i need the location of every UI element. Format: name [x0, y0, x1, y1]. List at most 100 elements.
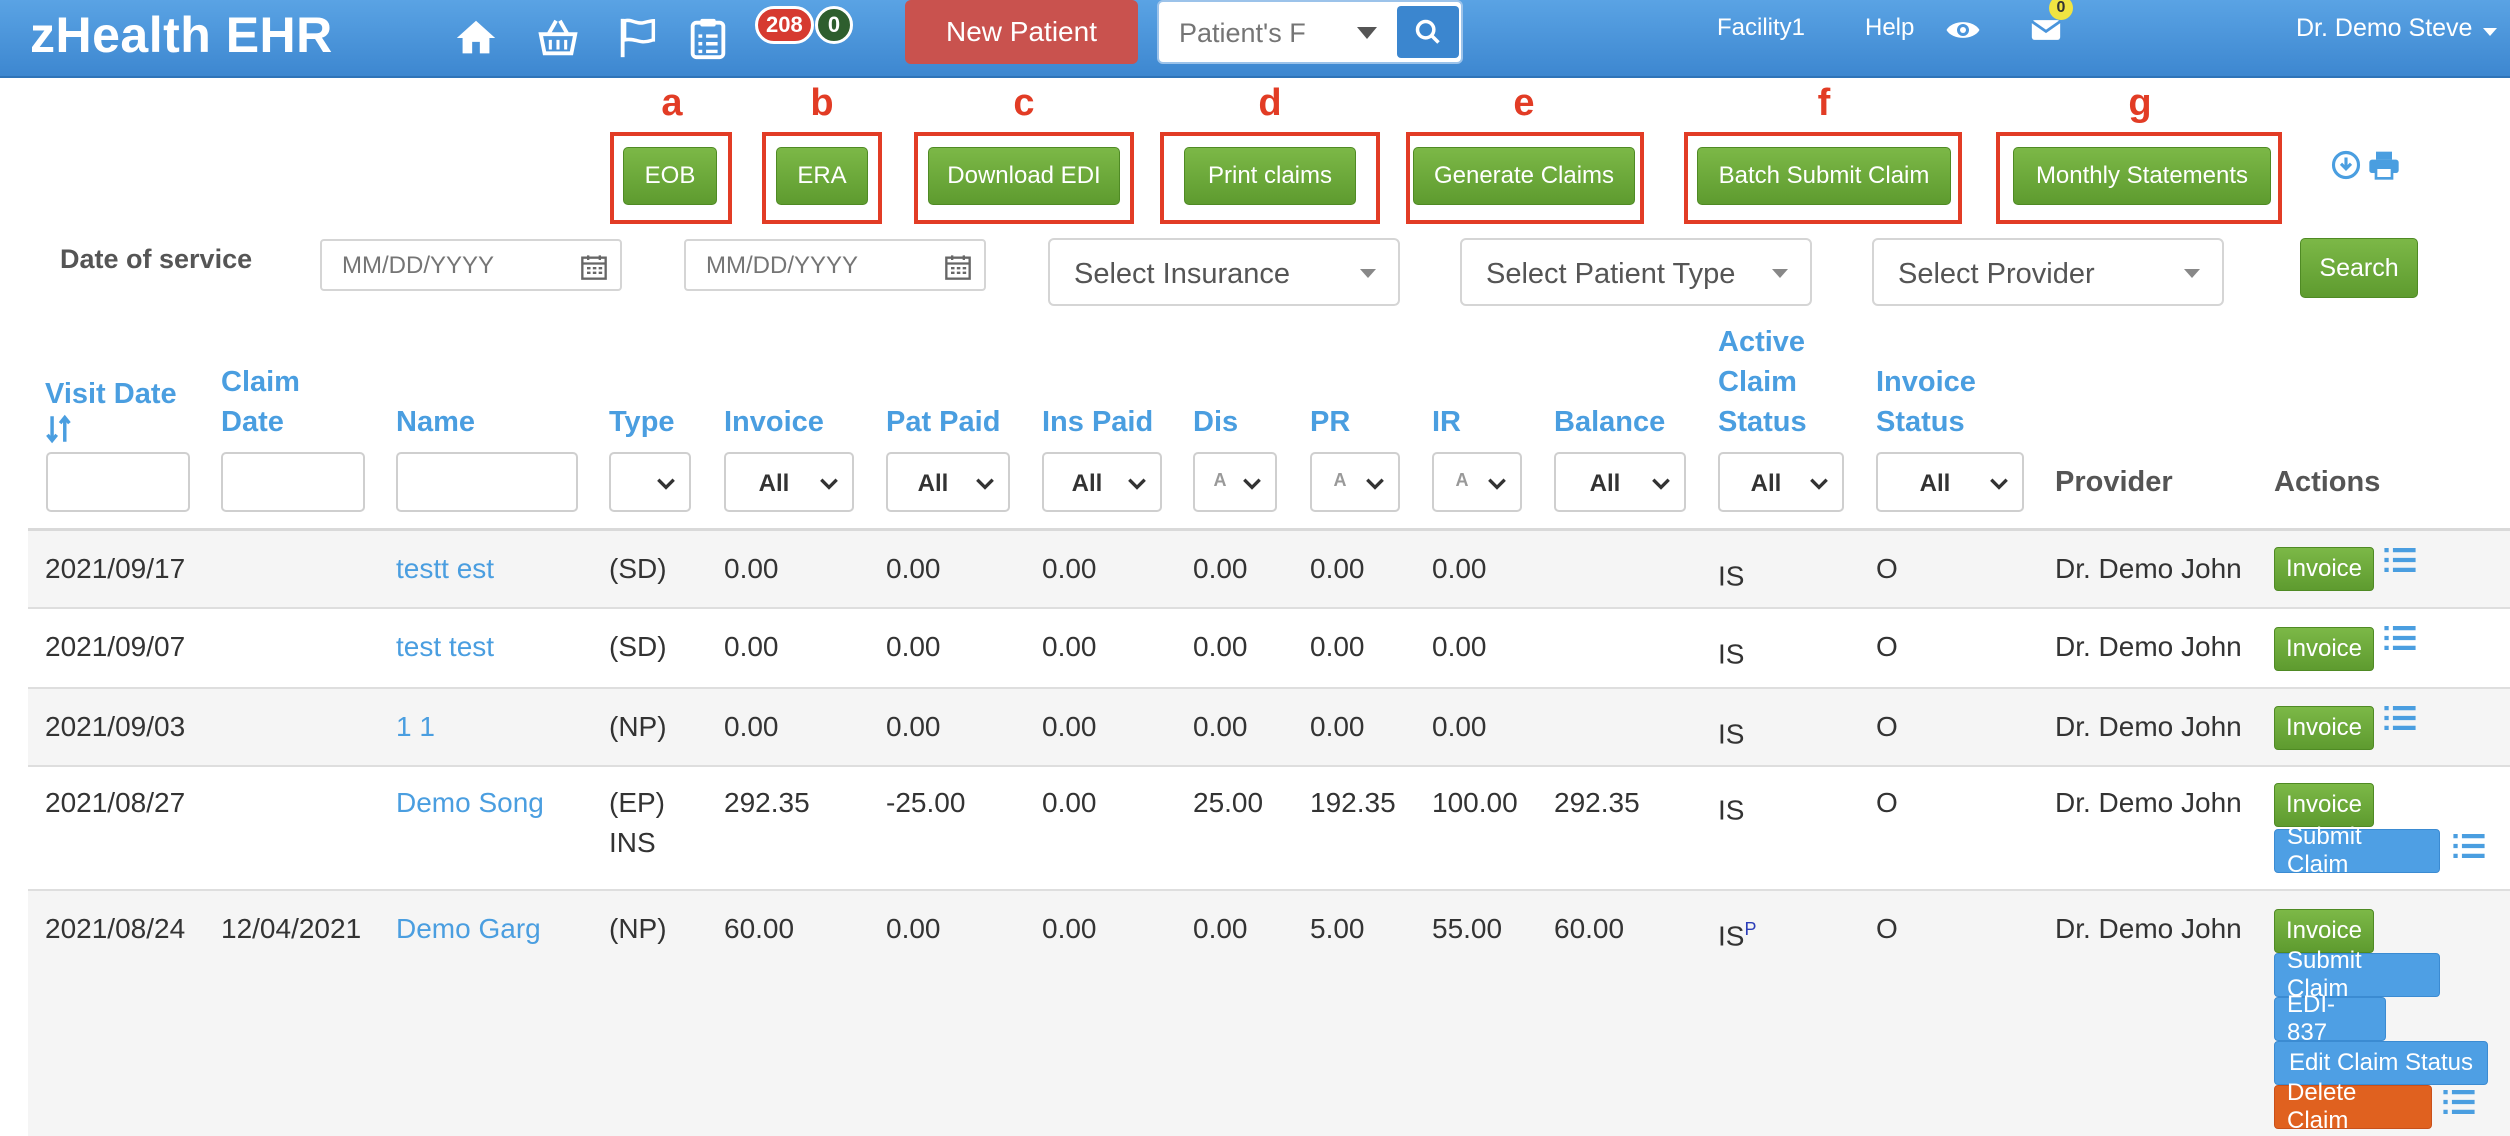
header-active-claim-status-line3[interactable]: Status — [1718, 402, 1807, 442]
invoice-status-filter-select[interactable]: All — [1876, 452, 2024, 512]
provider-select[interactable]: Select Provider — [1872, 238, 2224, 306]
cell-pr: 0.00 — [1310, 711, 1365, 742]
date-from-input[interactable] — [342, 251, 562, 281]
header-invoice-status-line1[interactable]: Invoice — [1876, 362, 1976, 402]
search-button[interactable] — [1397, 6, 1459, 58]
cell-patient-name-link[interactable]: Demo Garg — [396, 909, 541, 949]
monthly-statements-button[interactable]: Monthly Statements — [2013, 147, 2271, 205]
cell-patient-name-link[interactable]: 1 1 — [396, 707, 435, 747]
active-claim-status-filter-select[interactable]: All — [1718, 452, 1844, 512]
list-icon[interactable] — [2442, 1087, 2476, 1117]
claim-status-code: IS — [1718, 560, 1745, 592]
patient-search — [1157, 0, 1463, 64]
visit-date-filter-input[interactable] — [46, 452, 190, 512]
header-claim-date-line2[interactable]: Date — [221, 402, 284, 442]
cell-patient-name-link[interactable]: testt est — [396, 549, 494, 589]
insurance-select[interactable]: Select Insurance — [1048, 238, 1400, 306]
callout-letter-g: g — [2128, 82, 2152, 124]
patient-search-input[interactable] — [1179, 14, 1329, 52]
header-type[interactable]: Type — [609, 402, 675, 442]
sort-icon[interactable] — [45, 414, 73, 449]
list-icon[interactable] — [2383, 623, 2417, 653]
facility-link[interactable]: Facility1 — [1717, 14, 1805, 42]
ir-filter-select[interactable]: A — [1432, 452, 1522, 512]
notification-badge[interactable]: 208 — [755, 6, 814, 44]
cell-provider: Dr. Demo John — [2055, 553, 2242, 584]
patient-type-select[interactable]: Select Patient Type — [1460, 238, 1812, 306]
invoice-button[interactable]: Invoice — [2274, 547, 2374, 591]
submit-claim-button[interactable]: Submit Claim — [2274, 823, 2440, 878]
basket-icon[interactable] — [530, 10, 586, 66]
cell-patient-name-link[interactable]: test test — [396, 627, 494, 667]
calendar-icon[interactable] — [944, 253, 972, 281]
cell-invoice: 0.00 — [724, 553, 779, 584]
cell-pr: 0.00 — [1310, 631, 1365, 662]
cell-ir: 0.00 — [1432, 631, 1487, 662]
generate-claims-button[interactable]: Generate Claims — [1413, 147, 1635, 205]
new-patient-button[interactable]: New Patient — [905, 0, 1138, 64]
header-pr[interactable]: PR — [1310, 402, 1350, 442]
help-link[interactable]: Help — [1865, 14, 1914, 42]
print-icon[interactable] — [2368, 150, 2400, 185]
delete-claim-button[interactable]: Delete Claim — [2274, 1079, 2432, 1134]
balance-filter-select[interactable]: All — [1554, 452, 1686, 512]
cell-type: (EP) — [609, 787, 665, 818]
header-ins-paid[interactable]: Ins Paid — [1042, 402, 1153, 442]
invoice-button[interactable]: Invoice — [2274, 706, 2374, 750]
name-filter-input[interactable] — [396, 452, 578, 512]
pr-filter-select[interactable]: A — [1310, 452, 1400, 512]
batch-submit-claim-button[interactable]: Batch Submit Claim — [1697, 147, 1951, 205]
table-row: 2021/08/27 Demo Song (EP) INS 292.35 -25… — [28, 767, 2510, 891]
invoice-filter-select[interactable]: All — [724, 452, 854, 512]
chevron-down-icon — [1810, 478, 1828, 490]
ins-paid-filter-select[interactable]: All — [1042, 452, 1162, 512]
cell-ins-paid: 0.00 — [1042, 913, 1097, 944]
download-edi-button[interactable]: Download EDI — [928, 147, 1120, 205]
invoice-button[interactable]: Invoice — [2274, 627, 2374, 671]
era-button[interactable]: ERA — [776, 147, 868, 205]
header-active-claim-status-line2[interactable]: Claim — [1718, 362, 1797, 402]
eye-icon[interactable] — [1935, 2, 1991, 58]
header-pat-paid[interactable]: Pat Paid — [886, 402, 1000, 442]
list-icon[interactable] — [2383, 545, 2417, 575]
header-name[interactable]: Name — [396, 402, 475, 442]
date-to-field[interactable] — [684, 239, 986, 291]
list-icon[interactable] — [2383, 703, 2417, 733]
print-claims-button[interactable]: Print claims — [1184, 147, 1356, 205]
download-icon[interactable] — [2331, 150, 2361, 185]
header-dis[interactable]: Dis — [1193, 402, 1238, 442]
header-visit-date[interactable]: Visit Date — [45, 374, 177, 414]
claim-date-filter-input[interactable] — [221, 452, 365, 512]
date-to-input[interactable] — [706, 251, 926, 281]
search-dropdown-caret-icon[interactable] — [1347, 16, 1387, 50]
search-filter-button[interactable]: Search — [2300, 238, 2418, 298]
cell-provider: Dr. Demo John — [2055, 913, 2242, 944]
eob-button[interactable]: EOB — [623, 147, 717, 205]
app-brand[interactable]: zHealth EHR — [30, 6, 333, 64]
header-active-claim-status-line1[interactable]: Active — [1718, 322, 1805, 362]
message-badge[interactable]: 0 — [815, 6, 853, 44]
edi-837-button[interactable]: EDI-837 — [2274, 991, 2386, 1046]
cell-patient-name-link[interactable]: Demo Song — [396, 783, 544, 823]
dis-filter-select[interactable]: A — [1193, 452, 1277, 512]
clipboard-icon[interactable] — [680, 10, 736, 66]
claim-status-code: IS — [1718, 920, 1745, 952]
invoice-button[interactable]: Invoice — [2274, 783, 2374, 827]
calendar-icon[interactable] — [580, 253, 608, 281]
header-balance[interactable]: Balance — [1554, 402, 1665, 442]
cell-ins-paid: 0.00 — [1042, 711, 1097, 742]
header-ir[interactable]: IR — [1432, 402, 1461, 442]
header-claim-date-line1[interactable]: Claim — [221, 362, 300, 402]
header-invoice-status-line2[interactable]: Status — [1876, 402, 1965, 442]
flag-icon[interactable] — [610, 10, 666, 66]
home-icon[interactable] — [448, 10, 504, 66]
user-menu[interactable]: Dr. Demo Steve — [2296, 14, 2498, 43]
type-filter-select[interactable] — [609, 452, 691, 512]
list-icon[interactable] — [2452, 831, 2486, 861]
date-from-field[interactable] — [320, 239, 622, 291]
header-invoice[interactable]: Invoice — [724, 402, 824, 442]
pat-paid-filter-select[interactable]: All — [886, 452, 1010, 512]
cell-invoice: 292.35 — [724, 787, 810, 818]
chevron-down-icon — [657, 478, 675, 490]
table-row: 2021/08/24 12/04/2021 Demo Garg (NP) 60.… — [28, 891, 2510, 1136]
